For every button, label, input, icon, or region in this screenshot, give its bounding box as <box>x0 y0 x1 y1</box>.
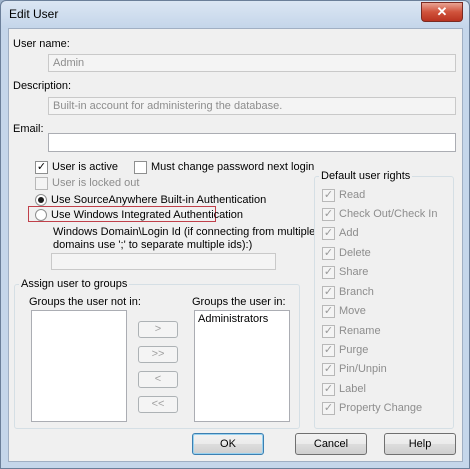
right-checkout-checkbox[interactable]: ✓ <box>322 208 335 221</box>
default-rights-title: Default user rights <box>319 170 413 182</box>
right-rename-checkbox[interactable]: ✓ <box>322 325 335 338</box>
right-read-label: Read <box>339 189 366 201</box>
right-delete-checkbox[interactable]: ✓ <box>322 247 335 260</box>
right-pin-unpin-checkbox[interactable]: ✓ <box>322 363 335 376</box>
add-all-groups-button[interactable]: >> <box>138 346 178 363</box>
groups-in-label: Groups the user in: <box>192 296 286 308</box>
user-active-checkbox[interactable]: ✓ <box>35 161 48 174</box>
builtin-auth-radio[interactable] <box>35 194 47 206</box>
email-label: Email: <box>13 123 44 135</box>
windows-auth-radio[interactable] <box>35 209 47 221</box>
ok-button[interactable]: OK <box>192 433 264 455</box>
right-branch-label: Branch <box>339 286 374 298</box>
close-icon: ✕ <box>436 4 448 19</box>
right-label-checkbox[interactable]: ✓ <box>322 383 335 396</box>
check-icon: ✓ <box>323 208 334 220</box>
right-add-label: Add <box>339 227 359 239</box>
check-icon: ✓ <box>323 344 334 356</box>
right-read-checkbox[interactable]: ✓ <box>322 189 335 202</box>
description-label: Description: <box>13 80 72 92</box>
right-rename-label: Rename <box>339 325 381 337</box>
check-icon: ✓ <box>323 266 334 278</box>
email-field[interactable] <box>48 133 456 152</box>
check-icon: ✓ <box>323 227 334 239</box>
check-icon: ✓ <box>323 325 334 337</box>
close-button[interactable]: ✕ <box>421 2 463 22</box>
check-icon: ✓ <box>323 247 334 259</box>
right-purge-label: Purge <box>339 344 369 356</box>
groups-title: Assign user to groups <box>19 278 130 290</box>
window-title: Edit User <box>9 7 59 21</box>
right-move-label: Move <box>339 305 366 317</box>
user-active-label: User is active <box>52 161 119 173</box>
right-label-label: Label <box>339 383 366 395</box>
locked-out-label: User is locked out <box>52 177 140 189</box>
windows-login-hint-2: domains use ';' to separate multiple ids… <box>53 239 253 251</box>
right-pin-unpin-label: Pin/Unpin <box>339 363 387 375</box>
check-icon: ✓ <box>323 383 334 395</box>
user-name-field[interactable]: Admin <box>48 54 456 72</box>
groups-in-list[interactable]: Administrators <box>194 310 290 422</box>
groups-not-in-label: Groups the user not in: <box>29 296 141 308</box>
right-add-checkbox[interactable]: ✓ <box>322 227 335 240</box>
check-icon: ✓ <box>323 286 334 298</box>
check-icon: ✓ <box>323 189 334 201</box>
help-button[interactable]: Help <box>384 433 456 455</box>
remove-group-button[interactable]: < <box>138 371 178 388</box>
edit-user-dialog: Edit User ✕ User name: Admin Description… <box>0 0 470 469</box>
right-purge-checkbox[interactable]: ✓ <box>322 344 335 357</box>
right-property-change-checkbox[interactable]: ✓ <box>322 402 335 415</box>
add-group-button[interactable]: > <box>138 321 178 338</box>
must-change-password-label: Must change password next login <box>151 161 315 173</box>
builtin-auth-label: Use SourceAnywhere Built-in Authenticati… <box>51 194 267 206</box>
check-icon: ✓ <box>323 402 334 414</box>
right-branch-checkbox[interactable]: ✓ <box>322 286 335 299</box>
user-name-label: User name: <box>13 38 70 50</box>
windows-login-hint: Windows Domain\Login Id (if connecting f… <box>53 226 316 238</box>
locked-out-checkbox[interactable] <box>35 177 48 190</box>
title-bar[interactable]: Edit User ✕ <box>1 1 469 27</box>
right-share-checkbox[interactable]: ✓ <box>322 266 335 279</box>
check-icon: ✓ <box>36 161 47 173</box>
right-checkout-label: Check Out/Check In <box>339 208 438 220</box>
check-icon: ✓ <box>323 305 334 317</box>
groups-not-in-list[interactable] <box>31 310 127 422</box>
right-share-label: Share <box>339 266 369 278</box>
description-field[interactable]: Built-in account for administering the d… <box>48 97 456 115</box>
check-icon: ✓ <box>323 363 334 375</box>
right-delete-label: Delete <box>339 247 371 259</box>
cancel-button[interactable]: Cancel <box>295 433 367 455</box>
must-change-password-checkbox[interactable] <box>134 161 147 174</box>
right-property-change-label: Property Change <box>339 402 423 414</box>
list-item[interactable]: Administrators <box>198 313 286 325</box>
remove-all-groups-button[interactable]: << <box>138 396 178 413</box>
right-move-checkbox[interactable]: ✓ <box>322 305 335 318</box>
windows-login-field[interactable] <box>51 253 276 270</box>
windows-auth-label: Use Windows Integrated Authentication <box>51 209 244 221</box>
dialog-body: User name: Admin Description: Built-in a… <box>8 28 463 462</box>
